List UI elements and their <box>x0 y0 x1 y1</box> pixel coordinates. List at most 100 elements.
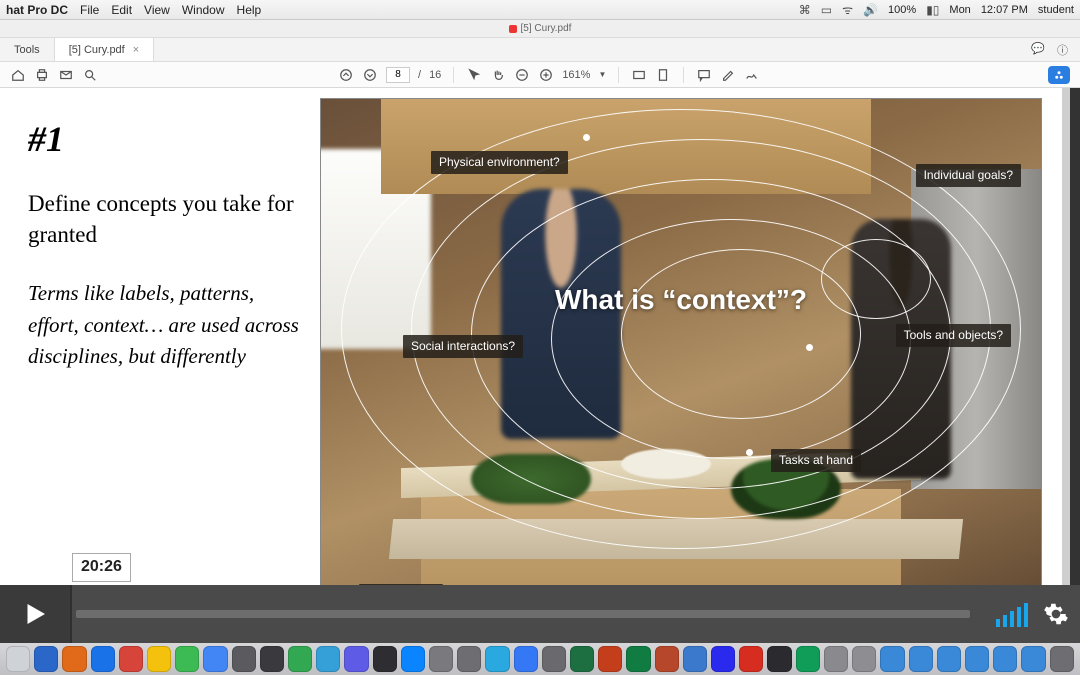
dock-app-21[interactable] <box>598 646 622 672</box>
dock-app-28[interactable] <box>796 646 820 672</box>
tab-strip: Tools [5] Cury.pdf × 💬 ⓘ <box>0 38 1080 62</box>
dock-app-25[interactable] <box>711 646 735 672</box>
close-tab-icon[interactable]: × <box>133 44 139 56</box>
camera-icon[interactable]: ⌘ <box>799 3 811 17</box>
anchor-dot <box>583 134 590 141</box>
dock-app-26[interactable] <box>739 646 763 672</box>
dock-app-1[interactable] <box>34 646 58 672</box>
dock-app-18[interactable] <box>514 646 538 672</box>
dock-app-14[interactable] <box>401 646 425 672</box>
dock-app-30[interactable] <box>852 646 876 672</box>
comment-tool[interactable] <box>696 67 712 83</box>
share-button[interactable] <box>1048 66 1070 84</box>
dock-app-33[interactable] <box>937 646 961 672</box>
dock-app-11[interactable] <box>316 646 340 672</box>
dock-app-17[interactable] <box>485 646 509 672</box>
menu-help[interactable]: Help <box>237 3 262 17</box>
slide-text-column: #1 Define concepts you take for granted … <box>20 98 320 620</box>
kitchen-photo: Physical environment? Individual goals? … <box>320 98 1042 620</box>
menu-file[interactable]: File <box>80 3 99 17</box>
dock-app-19[interactable] <box>542 646 566 672</box>
dock-app-8[interactable] <box>232 646 256 672</box>
dock-app-31[interactable] <box>880 646 904 672</box>
dock-app-16[interactable] <box>457 646 481 672</box>
dock-app-29[interactable] <box>824 646 848 672</box>
dock-app-37[interactable] <box>1050 646 1074 672</box>
dock-app-9[interactable] <box>260 646 284 672</box>
tab-document-label: [5] Cury.pdf <box>69 44 125 56</box>
dock-app-35[interactable] <box>993 646 1017 672</box>
display-icon[interactable]: ▭ <box>821 3 832 17</box>
dock-app-15[interactable] <box>429 646 453 672</box>
dock-app-12[interactable] <box>344 646 368 672</box>
dock-app-20[interactable] <box>570 646 594 672</box>
macos-dock <box>0 643 1080 675</box>
wifi-icon[interactable]: ᯤ <box>842 1 853 18</box>
dock-app-34[interactable] <box>965 646 989 672</box>
center-question: What is “context”? <box>555 284 807 316</box>
tab-tools[interactable]: Tools <box>0 38 55 61</box>
dock-app-36[interactable] <box>1021 646 1045 672</box>
dock-app-23[interactable] <box>655 646 679 672</box>
label-tools-objects: Tools and objects? <box>896 324 1011 347</box>
slide-figure: Physical environment? Individual goals? … <box>320 98 1042 620</box>
page-up-button[interactable] <box>338 67 354 83</box>
separator <box>453 67 454 83</box>
info-icon[interactable]: ⓘ <box>1057 42 1068 58</box>
zoom-value[interactable]: 161% <box>562 69 590 81</box>
highlight-tool[interactable] <box>720 67 736 83</box>
fit-width-button[interactable] <box>631 67 647 83</box>
fit-page-button[interactable] <box>655 67 671 83</box>
slide-heading: Define concepts you take for granted <box>28 188 310 250</box>
battery-icon[interactable]: ▮▯ <box>926 3 939 17</box>
volume-icon[interactable]: 🔊 <box>863 3 878 17</box>
mail-button[interactable] <box>58 67 74 83</box>
label-tasks: Tasks at hand <box>771 449 861 472</box>
hand-tool[interactable] <box>490 67 506 83</box>
settings-button[interactable] <box>1042 600 1070 628</box>
dock-app-13[interactable] <box>373 646 397 672</box>
page-down-button[interactable] <box>362 67 378 83</box>
dock-app-4[interactable] <box>119 646 143 672</box>
label-social: Social interactions? <box>403 335 523 358</box>
search-button[interactable] <box>82 67 98 83</box>
dock-app-5[interactable] <box>147 646 171 672</box>
dock-app-2[interactable] <box>62 646 86 672</box>
user-name[interactable]: student <box>1038 4 1074 16</box>
macos-menubar: hat Pro DC File Edit View Window Help ⌘ … <box>0 0 1080 20</box>
dock-app-3[interactable] <box>91 646 115 672</box>
volume-indicator[interactable] <box>996 601 1028 627</box>
progress-track[interactable] <box>76 610 970 618</box>
home-button[interactable] <box>10 67 26 83</box>
dock-app-10[interactable] <box>288 646 312 672</box>
dock-app-24[interactable] <box>683 646 707 672</box>
clock-day: Mon <box>949 4 970 16</box>
menu-window[interactable]: Window <box>182 3 225 17</box>
anchor-dot <box>806 344 813 351</box>
zoom-dropdown-icon[interactable]: ▼ <box>598 70 606 79</box>
play-button[interactable] <box>0 585 72 643</box>
dock-app-22[interactable] <box>626 646 650 672</box>
menu-view[interactable]: View <box>144 3 170 17</box>
sign-tool[interactable] <box>744 67 760 83</box>
video-player-bar: 20:26 <box>0 585 1080 643</box>
zoom-in-button[interactable] <box>538 67 554 83</box>
tab-document[interactable]: [5] Cury.pdf × <box>55 38 154 61</box>
dock-app-27[interactable] <box>767 646 791 672</box>
menu-edit[interactable]: Edit <box>111 3 132 17</box>
document-viewport[interactable]: #1 Define concepts you take for granted … <box>0 88 1070 630</box>
battery-percent: 100% <box>888 4 916 16</box>
comment-icon[interactable]: 💬 <box>1031 42 1045 58</box>
dock-app-6[interactable] <box>175 646 199 672</box>
print-button[interactable] <box>34 67 50 83</box>
page-number-input[interactable] <box>386 67 410 83</box>
dock-app-7[interactable] <box>203 646 227 672</box>
zoom-out-button[interactable] <box>514 67 530 83</box>
slide-number: #1 <box>28 118 310 160</box>
dock-app-32[interactable] <box>909 646 933 672</box>
page-total: 16 <box>429 69 441 81</box>
select-tool[interactable] <box>466 67 482 83</box>
dock-app-0[interactable] <box>6 646 30 672</box>
pdf-badge-icon <box>509 25 517 33</box>
separator <box>683 67 684 83</box>
